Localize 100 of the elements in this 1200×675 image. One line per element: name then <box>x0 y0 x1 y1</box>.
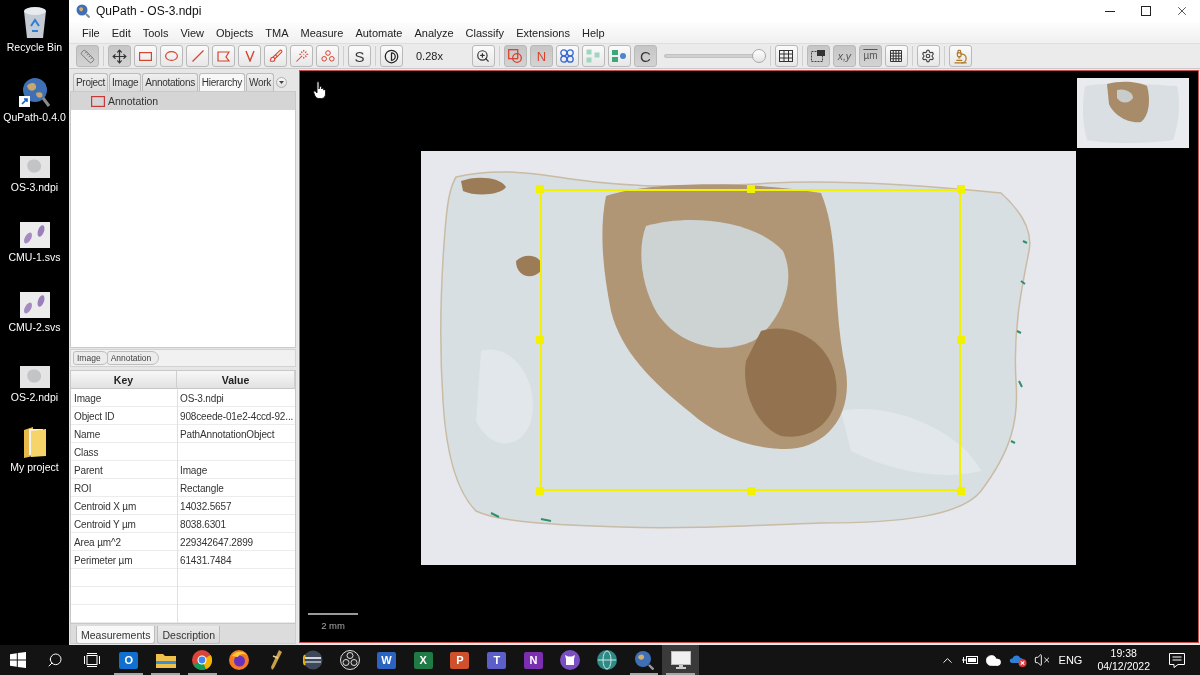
menu-item[interactable]: TMA <box>259 26 295 39</box>
slider-thumb[interactable] <box>751 49 766 63</box>
key-cell-text: Centroid Y µm <box>73 517 137 532</box>
ellipse-tool-button[interactable] <box>160 45 183 67</box>
slide-thumbnail-icon[interactable] <box>19 156 50 178</box>
menu-item[interactable]: Analyze <box>408 26 460 39</box>
resize-handle-icon[interactable] <box>536 487 544 495</box>
cloud-alert-icon[interactable] <box>1008 653 1027 667</box>
resize-handle-icon[interactable] <box>536 185 544 193</box>
value-cell-text: PathAnnotationObject <box>179 427 276 442</box>
language-indicator[interactable]: ENG <box>1058 654 1083 666</box>
line-icon <box>191 50 204 62</box>
panel-tab[interactable]: Work <box>245 73 274 91</box>
desktop-icon-label[interactable]: OS-2.ndpi <box>10 391 59 403</box>
brush-tool-button[interactable] <box>264 45 287 67</box>
desktop-icon-label[interactable]: CMU-2.svs <box>8 321 61 333</box>
volume-muted-icon[interactable] <box>1033 652 1050 668</box>
taskbar-app-button[interactable] <box>662 645 700 675</box>
grid-icon <box>890 50 903 62</box>
text-toggle-button[interactable]: S <box>348 45 371 67</box>
polyline-tool-button[interactable] <box>238 45 261 67</box>
slide-thumbnail-icon[interactable] <box>19 222 50 248</box>
resize-handle-icon[interactable] <box>746 487 755 495</box>
resize-handle-icon[interactable] <box>536 336 544 344</box>
overview-icon <box>811 50 826 62</box>
menu-item[interactable]: Help <box>575 26 611 39</box>
desktop-icon-label[interactable]: CMU-1.svs <box>8 251 61 263</box>
panel-tab[interactable]: Image <box>109 73 142 91</box>
grid-toggle-button[interactable] <box>884 45 908 67</box>
microscope-button[interactable] <box>948 45 972 67</box>
search-icon <box>47 652 64 668</box>
panel-tab[interactable]: Project <box>73 73 109 91</box>
column-header[interactable]: Value <box>177 371 295 389</box>
taskbar-app-button[interactable]: N <box>515 645 552 675</box>
column-header[interactable]: Key <box>71 371 177 389</box>
rectangle-tool-button[interactable] <box>134 45 157 67</box>
tab-menu-button[interactable] <box>275 77 287 88</box>
location-toggle-button[interactable]: x,y <box>832 45 856 67</box>
polygon-tool-button[interactable] <box>212 45 235 67</box>
value-cell-text: 8038.6301 <box>179 517 227 532</box>
menu-item[interactable]: Tools <box>136 26 175 39</box>
taskbar-app-button[interactable]: T <box>478 645 516 675</box>
resize-handle-icon[interactable] <box>746 185 755 193</box>
breadcrumb-item[interactable]: Annotation <box>106 351 160 365</box>
menu-item[interactable]: View <box>174 26 211 39</box>
key-cell-text: Object ID <box>73 409 116 424</box>
menu-item[interactable]: Extensions <box>510 26 576 39</box>
key-cell-text: Image <box>73 391 103 406</box>
scalebar-toggle-button[interactable]: µm <box>858 45 882 67</box>
annotations-toggle-button[interactable] <box>503 45 527 67</box>
menu-item[interactable]: Automate <box>349 26 409 39</box>
folder-icon[interactable] <box>22 426 47 458</box>
points-tool-button[interactable] <box>316 45 339 67</box>
breadcrumb-item[interactable]: Image <box>73 351 109 365</box>
panel-tab[interactable]: Annotations <box>142 73 198 91</box>
overview-toggle-button[interactable] <box>806 45 830 67</box>
desktop-icon-label[interactable]: My project <box>10 461 59 473</box>
key-cell-text: Name <box>73 427 102 442</box>
zoom-to-fit-button[interactable] <box>471 45 495 67</box>
desktop-icon-label[interactable]: Recycle Bin <box>6 41 63 53</box>
settings-button[interactable] <box>916 45 940 67</box>
minimize-icon <box>1105 10 1115 12</box>
desktop-icon-label[interactable]: QuPath-0.4.0 <box>3 111 66 123</box>
taskbar-app-button[interactable]: P <box>441 645 479 675</box>
opacity-slider[interactable] <box>663 49 766 63</box>
annotation-rectangle[interactable] <box>540 189 961 491</box>
panel-tab[interactable]: Measurements <box>76 626 156 644</box>
text-toggle-button[interactable]: C <box>633 45 657 67</box>
slide-thumbnail-icon[interactable] <box>19 366 50 388</box>
slide-thumbnail-icon[interactable] <box>19 292 50 318</box>
battery-icon[interactable] <box>961 654 978 666</box>
resize-handle-icon[interactable] <box>957 185 965 193</box>
clock-button[interactable]: 19:38 04/12/2022 <box>1093 647 1154 673</box>
brightness-contrast-button[interactable] <box>380 45 403 67</box>
ruler-icon <box>80 48 95 64</box>
taskbar-app-button[interactable]: W <box>367 645 405 675</box>
menu-item[interactable]: Classify <box>459 26 511 39</box>
menu-item[interactable]: File <box>76 26 106 39</box>
panel-tab[interactable]: Hierarchy <box>198 73 245 91</box>
menu-item[interactable]: Edit <box>105 26 137 39</box>
recycle-bin-icon[interactable] <box>21 6 48 38</box>
taskbar-app-button[interactable]: X <box>404 645 442 675</box>
folder-icon <box>155 652 176 668</box>
notification-icon[interactable] <box>1169 652 1185 668</box>
resize-handle-icon[interactable] <box>957 336 965 344</box>
wand-tool-button[interactable] <box>290 45 313 67</box>
move-tool-button[interactable] <box>108 45 131 67</box>
desktop-icon-label[interactable]: OS-3.ndpi <box>10 181 59 193</box>
overview-thumbnail[interactable] <box>1077 78 1189 148</box>
tma-toggle-button[interactable] <box>555 45 579 67</box>
taskbar-app-button[interactable]: O <box>110 645 148 675</box>
table-button[interactable] <box>774 45 798 67</box>
resize-handle-icon[interactable] <box>957 487 965 495</box>
detections-toggle-button[interactable] <box>581 45 605 67</box>
fill-toggle-button[interactable] <box>607 45 631 67</box>
menu-item[interactable]: Objects <box>210 26 260 39</box>
magnifier-icon[interactable] <box>18 76 51 108</box>
menu-item[interactable]: Measure <box>294 26 350 39</box>
tree-item[interactable]: Annotation <box>71 92 295 110</box>
panel-tab[interactable]: Description <box>157 626 220 644</box>
